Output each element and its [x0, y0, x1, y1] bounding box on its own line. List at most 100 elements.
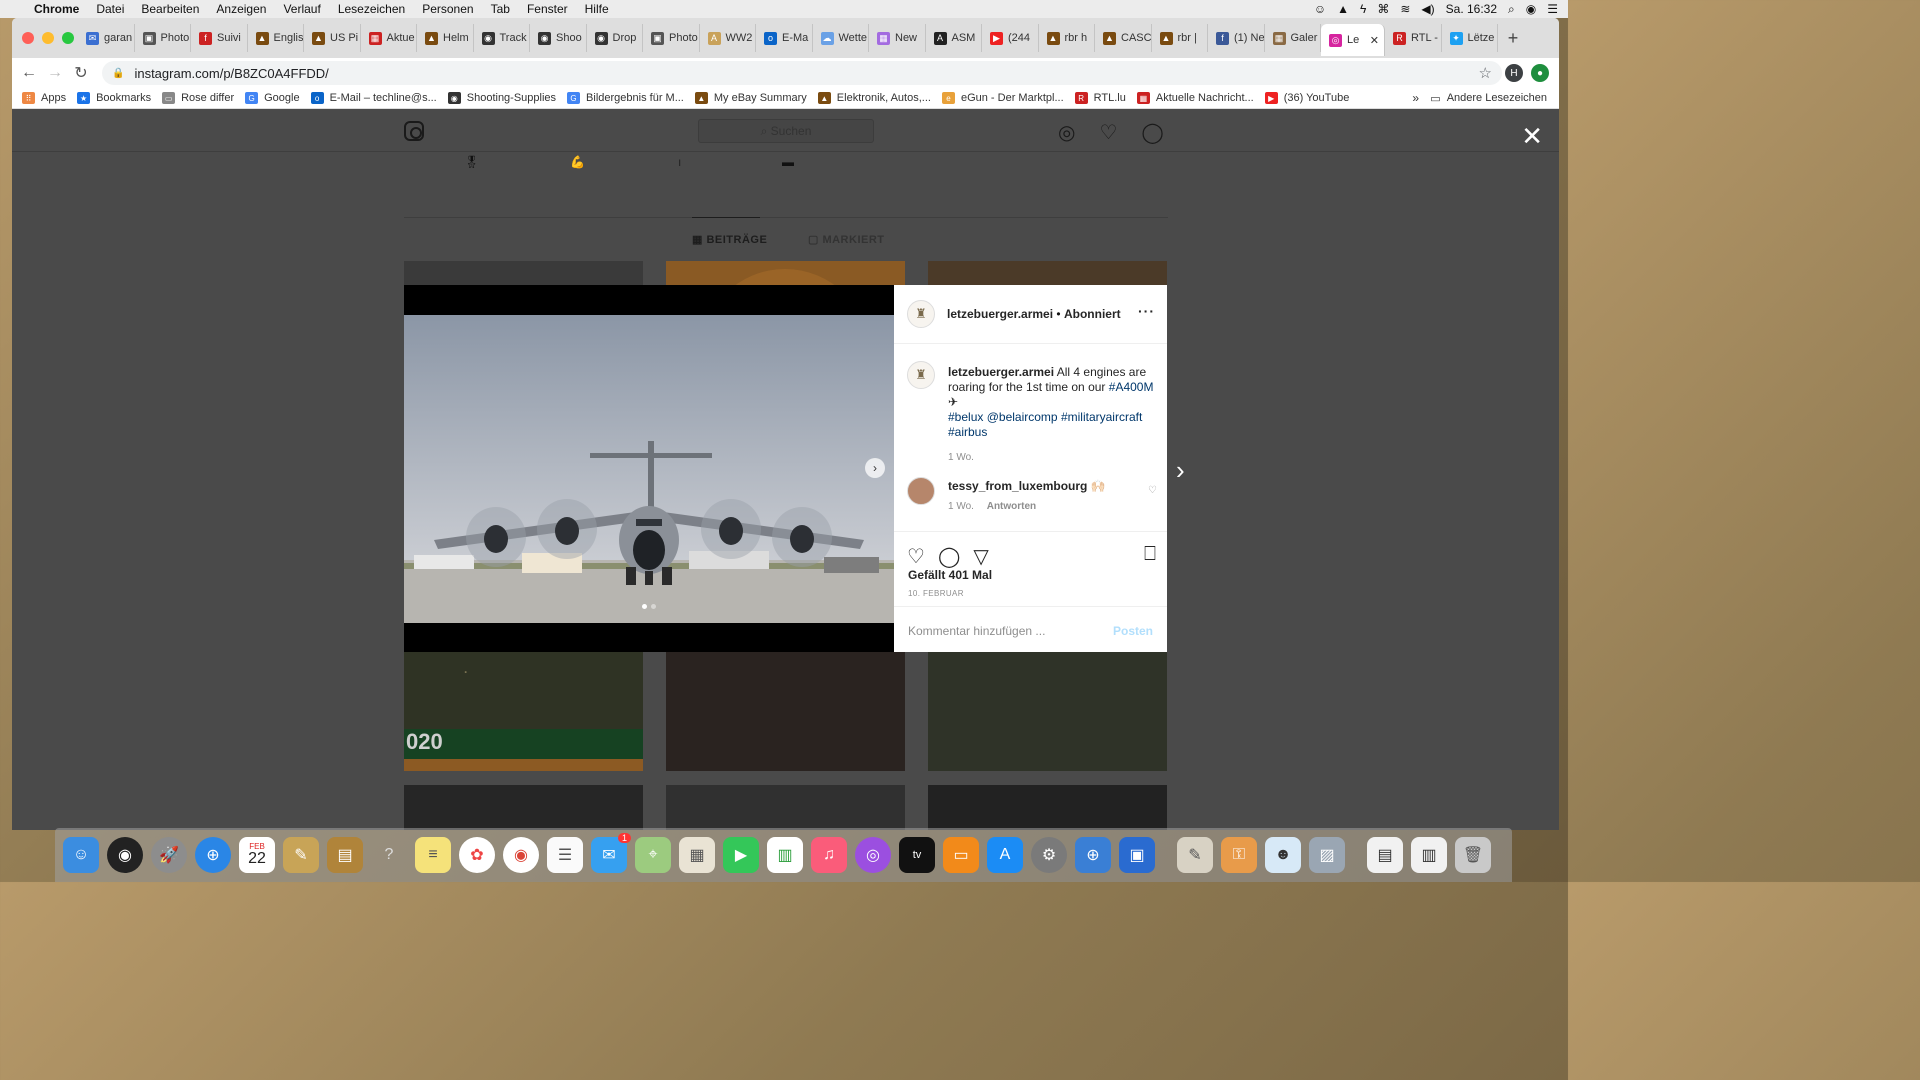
caption-hashtag[interactable]: #belux — [948, 410, 983, 424]
spotlight-search-icon[interactable]: ⌕ — [1508, 2, 1515, 17]
safari-icon[interactable]: ⊕ — [195, 837, 231, 873]
activity-heart-icon[interactable]: ♡ — [1099, 120, 1117, 145]
highlight-icon[interactable]: 💪 — [570, 155, 585, 169]
volume-icon[interactable]: ◀) — [1421, 2, 1434, 16]
grid-post[interactable]: · 020 — [404, 651, 643, 771]
browser-tab[interactable]: ◉ Shoo — [530, 24, 587, 52]
messages-icon[interactable]: ✉ 1 — [591, 833, 631, 873]
trash-icon[interactable]: 🗑 — [1455, 837, 1491, 873]
tab-tagged[interactable]: ▢ MARKIERT — [808, 233, 885, 246]
highlight-icon[interactable]: ▬ — [782, 155, 794, 169]
new-tab-button[interactable]: + — [1498, 28, 1528, 49]
facetime-icon[interactable]: ▶ — [723, 837, 759, 873]
notification-center-icon[interactable]: ☰ — [1547, 2, 1558, 16]
browser-tab[interactable]: f Suivi — [191, 24, 248, 52]
instagram-logo-icon[interactable] — [404, 121, 424, 141]
wifi-icon[interactable]: ≋ — [1400, 2, 1410, 16]
image-capture-icon[interactable]: ▨ — [1309, 837, 1345, 873]
text-edit-icon[interactable]: ✎ — [1177, 837, 1213, 873]
browser-tab[interactable]: ▣ Photo — [643, 24, 700, 52]
browser-tab[interactable]: ▲ Helm — [417, 24, 474, 52]
status-network-icon[interactable]: ⌘ — [1377, 2, 1389, 16]
highlight-icon[interactable]: 🎖 — [464, 155, 479, 169]
browser-tab[interactable]: o E-Ma — [756, 24, 813, 52]
caption-username[interactable]: letzebuerger.armei — [948, 365, 1054, 379]
grid-post[interactable] — [666, 785, 905, 830]
maps-icon[interactable]: ⌖ — [635, 837, 671, 873]
calendar-icon[interactable]: FEB 22 — [239, 837, 275, 873]
bookmark-item[interactable]: R RTL.lu — [1074, 92, 1126, 104]
extension-icon[interactable]: ● — [1531, 64, 1549, 82]
browser-tab[interactable]: ▦ Aktue — [361, 24, 417, 52]
bookmark-star-icon[interactable]: ☆ — [1479, 64, 1492, 82]
more-options-icon[interactable]: ··· — [1138, 303, 1155, 319]
comment-username[interactable]: tessy_from_luxembourg — [948, 479, 1087, 493]
apple-tv-icon[interactable]: tv — [899, 837, 935, 873]
browser-tab[interactable]: ✦ Lëtze — [1442, 24, 1498, 52]
bookmark-item[interactable]: ▶ (36) YouTube — [1264, 92, 1349, 104]
carousel-next-button[interactable]: › — [865, 458, 885, 478]
bookmark-item[interactable]: ▭ Rose differ — [162, 92, 234, 104]
contacts-icon[interactable]: ▤ — [327, 837, 363, 873]
keynote-icon[interactable]: ▦ — [679, 837, 715, 873]
grid-post[interactable] — [404, 785, 643, 830]
bookmark-item[interactable]: ★ Bookmarks — [77, 92, 151, 104]
music-icon[interactable]: ♫ — [811, 837, 847, 873]
browser-tab[interactable]: ▦ New — [869, 24, 926, 52]
other-bookmarks-folder[interactable]: ▭ Andere Lesezeichen — [1430, 92, 1547, 105]
profile-avatar[interactable]: H — [1505, 64, 1523, 82]
bookmark-item[interactable]: ▦ Aktuelle Nachricht... — [1136, 92, 1254, 104]
post-comment-button[interactable]: Posten — [1113, 624, 1153, 638]
browser-tab[interactable]: A ASM — [926, 24, 982, 52]
bookmark-item[interactable]: e eGun - Der Marktpl... — [941, 92, 1064, 104]
browser-tab[interactable]: ▲ rbr h — [1039, 24, 1095, 52]
documents-folder-icon[interactable]: ▤ — [1367, 837, 1403, 873]
bookmark-item[interactable]: ▲ My eBay Summary — [694, 92, 807, 104]
lock-icon[interactable]: 🔒 — [112, 68, 124, 79]
browser-tab[interactable]: ☁ Wette — [813, 24, 869, 52]
follow-status-button[interactable]: Abonniert — [1064, 307, 1121, 321]
books-icon[interactable]: ▭ — [943, 837, 979, 873]
address-bar[interactable]: 🔒 instagram.com/p/B8ZC0A4FFDD/ ☆ — [102, 61, 1502, 85]
tab-posts[interactable]: ▦ BEITRÄGE — [692, 233, 767, 246]
menu-personen[interactable]: Personen — [422, 2, 473, 16]
bookmark-item[interactable]: ⠿ Apps — [22, 92, 66, 104]
caption-hashtag[interactable]: #A400M — [1109, 380, 1154, 394]
close-tab-icon[interactable]: ✕ — [1370, 34, 1379, 47]
finder-icon[interactable]: ☺ — [63, 837, 99, 873]
menu-app-name[interactable]: Chrome — [34, 2, 79, 16]
next-post-chevron-icon[interactable]: › — [1176, 455, 1185, 486]
bookmarks-overflow-button[interactable]: » — [1412, 91, 1419, 105]
caption-hashtag[interactable]: #militaryaircraft — [1061, 410, 1142, 424]
grid-post[interactable] — [666, 651, 905, 771]
browser-tab[interactable]: f (1) Ne — [1208, 24, 1265, 52]
browser-tab[interactable]: ✉ garan — [78, 24, 135, 52]
browser-tab[interactable]: ▲ US Pi — [304, 24, 361, 52]
forward-arrow-icon[interactable]: → — [42, 64, 68, 82]
status-bolt-icon[interactable]: ϟ — [1360, 2, 1366, 16]
browser-tab[interactable]: ▣ Photo — [135, 24, 191, 52]
reply-button[interactable]: Antworten — [987, 501, 1036, 512]
caption-mention[interactable]: @belaircomp — [987, 410, 1058, 424]
menu-lesezeichen[interactable]: Lesezeichen — [338, 2, 405, 16]
author-username[interactable]: letzebuerger.armei — [947, 307, 1053, 321]
browser-tab[interactable]: ◉ Track — [474, 24, 530, 52]
menu-bearbeiten[interactable]: Bearbeiten — [141, 2, 199, 16]
caption-author-avatar[interactable]: ♜ — [907, 361, 935, 389]
launchpad-icon[interactable]: 🚀 — [151, 837, 187, 873]
add-comment-input[interactable]: Kommentar hinzufügen ... — [908, 624, 1045, 638]
mask-utility-icon[interactable]: ☻ — [1265, 837, 1301, 873]
status-face-icon[interactable]: ☺ — [1314, 2, 1326, 16]
browser-tab[interactable]: R RTL - — [1385, 24, 1442, 52]
post-date[interactable]: 10. FEBRUAR — [908, 589, 964, 598]
reload-icon[interactable]: ↻ — [68, 63, 94, 83]
comment-bubble-icon[interactable]: ◯ — [938, 544, 960, 569]
browser-tab[interactable]: ▲ rbr | — [1152, 24, 1208, 52]
reminders-icon[interactable]: ☰ — [547, 837, 583, 873]
grid-post[interactable] — [928, 651, 1167, 771]
menu-clock[interactable]: Sa. 16:32 — [1446, 2, 1497, 16]
browser-tab[interactable]: ▲ CASC — [1095, 24, 1152, 52]
menu-fenster[interactable]: Fenster — [527, 2, 568, 16]
bookmark-item[interactable]: o E-Mail – techline@s... — [310, 92, 437, 104]
podcasts-icon[interactable]: ◎ — [855, 837, 891, 873]
